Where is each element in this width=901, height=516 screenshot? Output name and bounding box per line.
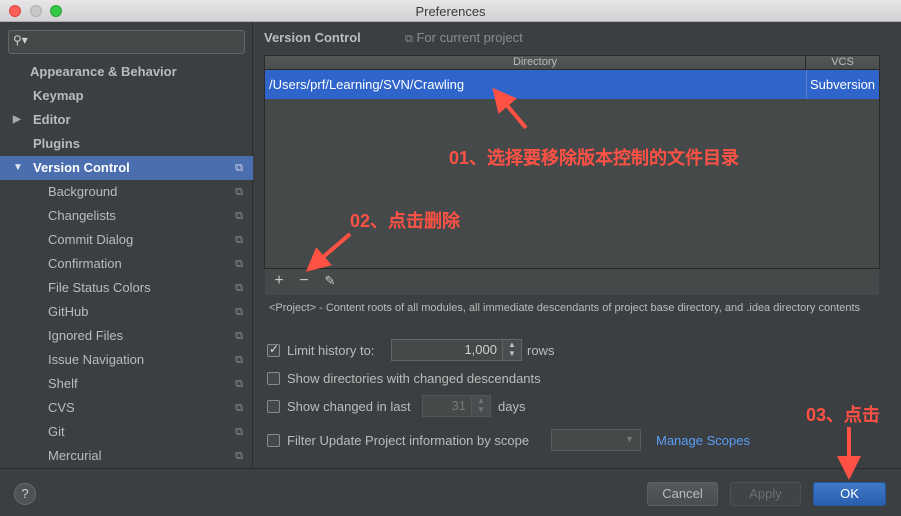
annotation-arrows bbox=[305, 87, 861, 480]
arrow-to-remove bbox=[305, 232, 352, 272]
arrow-to-row bbox=[492, 87, 528, 130]
